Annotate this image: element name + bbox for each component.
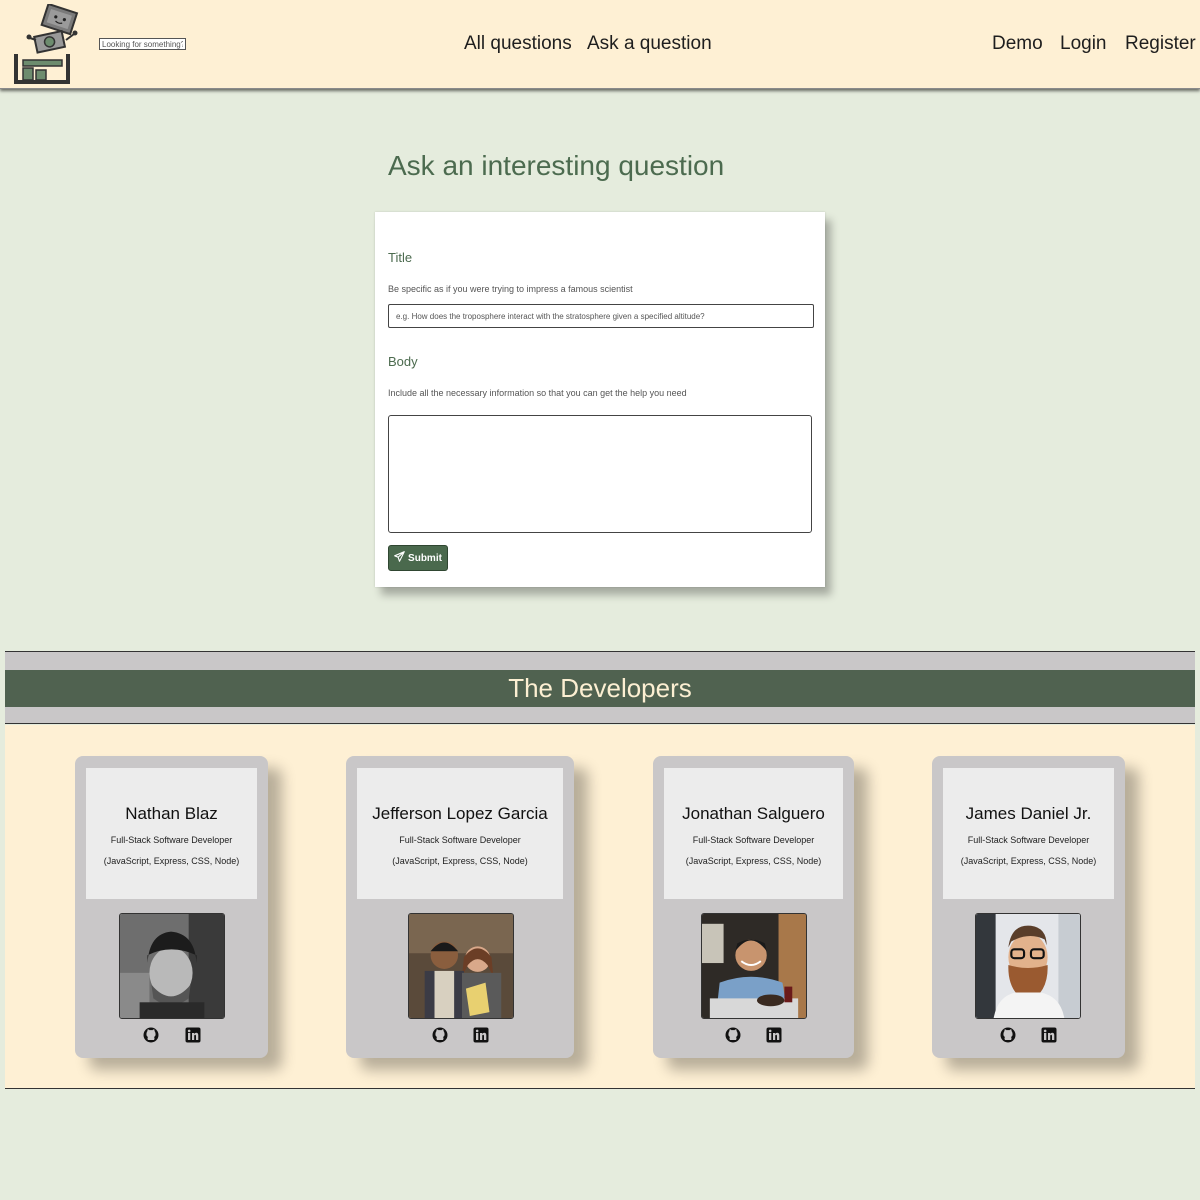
developer-photo (408, 913, 514, 1019)
developer-info: Jonathan Salguero Full-Stack Software De… (664, 768, 843, 899)
linkedin-icon[interactable] (1041, 1027, 1057, 1043)
body-textarea[interactable] (388, 415, 812, 533)
developer-role: Full-Stack Software Developer (399, 835, 521, 845)
linkedin-icon[interactable] (473, 1027, 489, 1043)
developer-card: Jonathan Salguero Full-Stack Software De… (653, 756, 854, 1058)
developers-heading: The Developers (508, 673, 692, 703)
developer-name: Jefferson Lopez Garcia (372, 804, 548, 823)
search-input[interactable] (99, 38, 186, 50)
developer-role: Full-Stack Software Developer (967, 835, 1090, 845)
developer-info: Jefferson Lopez Garcia Full-Stack Softwa… (357, 768, 563, 899)
github-icon[interactable] (432, 1027, 448, 1043)
linkedin-icon[interactable] (766, 1027, 782, 1043)
linkedin-icon[interactable] (185, 1027, 201, 1043)
title-hint: Be specific as if you were trying to imp… (388, 284, 633, 294)
developer-name: James Daniel Jr. (965, 804, 1092, 823)
ask-question-form: Title Be specific as if you were trying … (375, 212, 825, 587)
title-label: Title (388, 250, 413, 265)
developer-role: Full-Stack Software Developer (692, 835, 815, 845)
nav-login[interactable]: Login (1060, 33, 1107, 55)
developer-photo (119, 913, 225, 1019)
submit-button[interactable]: Submit (388, 545, 448, 571)
github-icon[interactable] (1000, 1027, 1016, 1043)
developer-stack: (JavaScript, Express, CSS, Node) (392, 856, 528, 866)
title-input[interactable] (388, 304, 814, 328)
github-icon[interactable] (143, 1027, 159, 1043)
nav-all-questions[interactable]: All questions (464, 33, 572, 55)
developer-photo (701, 913, 807, 1019)
developer-card: Nathan Blaz Full-Stack Software Develope… (75, 756, 268, 1058)
developer-stack: (JavaScript, Express, CSS, Node) (685, 856, 822, 866)
body-hint: Include all the necessary information so… (388, 388, 687, 398)
developer-info: Nathan Blaz Full-Stack Software Develope… (86, 768, 257, 899)
github-icon[interactable] (725, 1027, 741, 1043)
site-logo[interactable] (14, 2, 84, 86)
developer-stack: (JavaScript, Express, CSS, Node) (103, 856, 240, 866)
submit-label: Submit (408, 552, 442, 564)
developer-card: James Daniel Jr. Full-Stack Software Dev… (932, 756, 1125, 1058)
developers-title-bar: The Developers (5, 670, 1195, 707)
top-navbar: All questions Ask a question Demo Login … (0, 0, 1200, 89)
developer-name: Nathan Blaz (125, 804, 218, 823)
developer-card: Jefferson Lopez Garcia Full-Stack Softwa… (346, 756, 574, 1058)
developer-role: Full-Stack Software Developer (110, 835, 233, 845)
nav-demo[interactable]: Demo (992, 33, 1043, 55)
developer-photo (975, 913, 1081, 1019)
developer-stack: (JavaScript, Express, CSS, Node) (960, 856, 1097, 866)
paper-plane-icon (394, 551, 405, 565)
developer-info: James Daniel Jr. Full-Stack Software Dev… (943, 768, 1114, 899)
page-title: Ask an interesting question (388, 150, 725, 181)
developer-name: Jonathan Salguero (682, 804, 825, 823)
body-label: Body (388, 354, 418, 369)
nav-ask-question[interactable]: Ask a question (587, 33, 712, 55)
nav-register[interactable]: Register (1125, 33, 1196, 55)
